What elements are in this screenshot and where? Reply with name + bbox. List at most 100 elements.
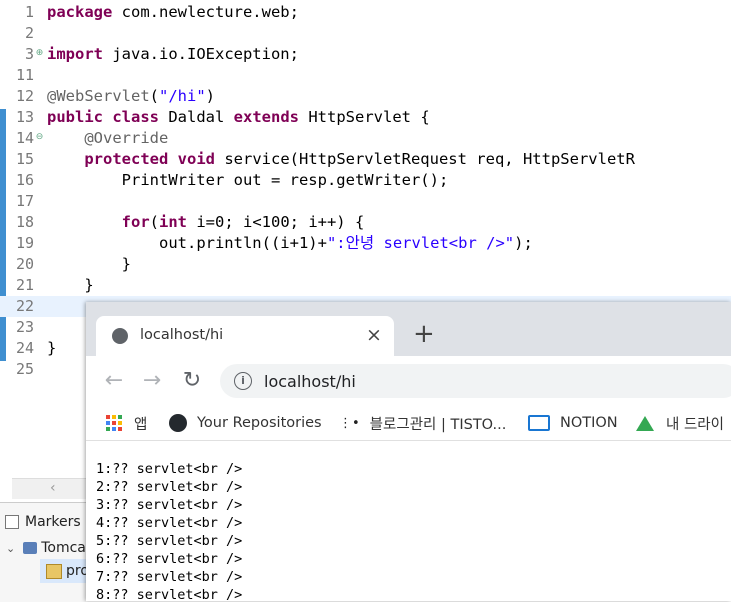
code-token: service(HttpServletRequest xyxy=(215,150,477,168)
line-number: 17 xyxy=(15,192,34,210)
code-token: = xyxy=(261,171,290,189)
bookmark-github[interactable]: Your Repositories xyxy=(169,406,322,440)
code-token: } xyxy=(47,276,94,294)
code-text: } xyxy=(47,275,94,296)
code-text: protected void service(HttpServletReques… xyxy=(47,149,635,170)
browser-toolbar: ← → ↻ i localhost/hi xyxy=(86,356,731,406)
code-token: for xyxy=(121,213,150,231)
horizontal-scrollbar[interactable]: ‹ xyxy=(12,478,86,499)
fold-expand-icon[interactable]: ⊕ xyxy=(35,49,44,58)
line-number: 16 xyxy=(15,171,34,189)
output-line: 1:?? servlet<br /> xyxy=(96,461,243,477)
bookmark-label: 내 드라이 xyxy=(666,416,724,433)
code-line: 15 protected void service(HttpServletReq… xyxy=(0,149,731,170)
back-icon[interactable]: ← xyxy=(102,368,126,393)
code-token: "/hi" xyxy=(159,87,206,105)
markers-panel: Markers ⌄ Tomca pro xyxy=(0,502,95,602)
code-token: ":안녕 servlet<br />" xyxy=(326,234,515,252)
output-line: 2:?? servlet<br /> xyxy=(96,479,243,495)
tree-item-server-label: Tomca xyxy=(41,540,86,556)
code-line: 12 @WebServlet("/hi") xyxy=(0,86,731,107)
markers-tab-label: Markers xyxy=(25,514,81,530)
tistory-icon: ⋮• xyxy=(339,415,360,431)
code-text: @WebServlet("/hi") xyxy=(47,86,215,107)
fold-collapse-icon[interactable]: ⊖ xyxy=(35,133,44,142)
code-line: 16 PrintWriter out = resp.getWriter(); xyxy=(0,170,731,191)
code-text: for(int i=0; i<100; i++) { xyxy=(47,212,365,233)
code-token: } xyxy=(47,339,57,357)
code-line: 1 package com.newlecture.web; xyxy=(0,2,731,23)
code-token: java.io.IOException; xyxy=(103,45,299,63)
code-token: ) xyxy=(205,87,216,105)
code-token: HttpServlet { xyxy=(299,108,430,126)
bookmark-notion[interactable]: NOTION xyxy=(528,406,618,440)
code-text: package com.newlecture.web; xyxy=(47,2,299,23)
tree-item-server[interactable]: ⌄ Tomca xyxy=(6,537,86,559)
close-icon[interactable]: × xyxy=(366,324,382,346)
bookmark-label: 앱 xyxy=(134,416,148,433)
line-number: 14 xyxy=(15,129,34,147)
tab-markers[interactable]: Markers xyxy=(0,509,81,535)
output-line: 6:?? servlet<br /> xyxy=(96,551,243,567)
forward-icon[interactable]: → xyxy=(140,368,164,393)
code-line: 14 ⊖ @Override xyxy=(0,128,731,149)
line-number: 12 xyxy=(15,87,34,105)
info-icon[interactable]: i xyxy=(234,372,252,390)
markers-icon xyxy=(5,515,19,529)
code-token: .getWriter(); xyxy=(326,171,449,189)
bookmark-label: 블로그관리 | TISTO... xyxy=(369,416,507,433)
output-line: 3:?? servlet<br /> xyxy=(96,497,243,513)
address-bar[interactable]: i localhost/hi xyxy=(220,364,731,398)
code-token: @WebServlet xyxy=(47,87,150,105)
bookmark-label: Your Repositories xyxy=(197,415,322,431)
code-token: PrintWriter xyxy=(47,171,234,189)
chevron-down-icon[interactable]: ⌄ xyxy=(6,542,15,555)
code-token: out xyxy=(233,171,262,189)
code-token: package xyxy=(47,3,113,21)
new-tab-button[interactable]: + xyxy=(413,321,435,347)
line-number: 15 xyxy=(15,150,34,168)
code-line: 13 public class Daldal extends HttpServle… xyxy=(0,107,731,128)
bookmark-apps[interactable]: 앱 xyxy=(106,406,147,440)
code-text: PrintWriter out = resp.getWriter(); xyxy=(47,170,449,191)
line-number: 20 xyxy=(15,255,34,273)
line-number: 1 xyxy=(24,3,34,21)
page-content: 1:?? servlet<br /> 2:?? servlet<br /> 3:??… xyxy=(86,441,731,601)
scroll-left-icon[interactable]: ‹ xyxy=(50,480,56,496)
browser-tab[interactable]: localhost/hi × xyxy=(96,316,394,356)
apps-grid-icon xyxy=(106,415,122,431)
code-text: } xyxy=(47,338,56,359)
output-line: 7:?? servlet<br /> xyxy=(96,569,243,585)
code-text: public class Daldal extends HttpServlet … xyxy=(47,107,430,128)
notion-icon xyxy=(528,415,550,431)
code-token: req xyxy=(476,150,505,168)
bookmark-tistory[interactable]: ⋮• 블로그관리 | TISTO... xyxy=(339,406,506,440)
code-text: @Override xyxy=(47,128,168,149)
google-drive-icon xyxy=(636,415,654,431)
bookmarks-bar: 앱 Your Repositories ⋮• 블로그관리 | TISTO... … xyxy=(86,406,731,441)
globe-icon xyxy=(112,328,128,344)
url-text[interactable]: localhost/hi xyxy=(264,372,356,391)
code-token: void xyxy=(177,150,215,168)
code-line: 11 xyxy=(0,65,731,86)
code-token: import xyxy=(47,45,103,63)
bookmark-drive[interactable]: 내 드라이 xyxy=(636,406,724,440)
code-line: 21 } xyxy=(0,275,731,296)
code-token: ( xyxy=(149,87,159,105)
tab-title: localhost/hi xyxy=(140,327,224,343)
code-line: 19 out.println((i+1)+":안녕 servlet<br />"… xyxy=(0,233,731,254)
line-number: 3 xyxy=(24,45,34,63)
code-line: 2 xyxy=(0,23,731,44)
line-number: 19 xyxy=(15,234,34,252)
code-token: extends xyxy=(233,108,299,126)
reload-icon[interactable]: ↻ xyxy=(180,368,204,393)
code-token: @Override xyxy=(47,129,169,147)
output-line: 4:?? servlet<br /> xyxy=(96,515,243,531)
code-token: ( xyxy=(149,213,159,231)
code-token: resp xyxy=(289,171,327,189)
browser-window[interactable]: localhost/hi × + ← → ↻ i localhost/hi 앱 … xyxy=(86,302,731,601)
code-text: } xyxy=(47,254,131,275)
line-number: 21 xyxy=(15,276,34,294)
